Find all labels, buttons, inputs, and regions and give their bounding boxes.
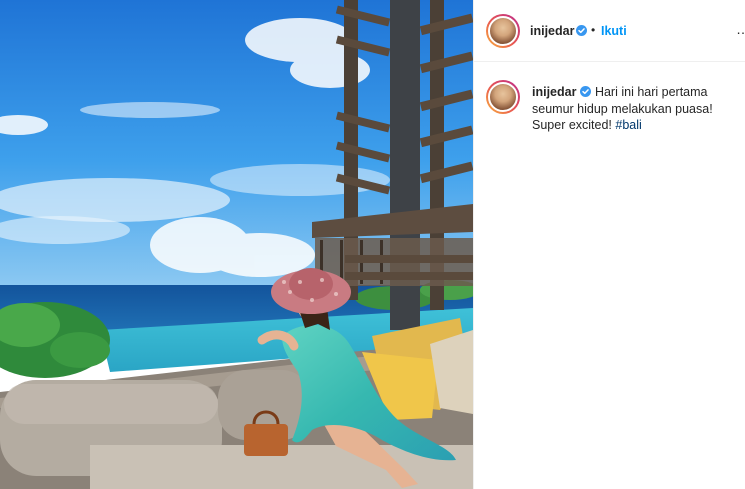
verified-badge-icon xyxy=(580,86,592,97)
post-sidebar: inijedar • Ikuti … inijedar Hari ini har… xyxy=(473,0,745,489)
caption: inijedar Hari ini hari pertama seumur hi… xyxy=(532,84,738,134)
follow-button[interactable]: Ikuti xyxy=(601,24,627,38)
photo-scene xyxy=(0,0,473,489)
avatar[interactable] xyxy=(486,80,520,114)
post-header: inijedar • Ikuti … xyxy=(474,0,745,62)
avatar[interactable] xyxy=(486,14,520,48)
separator-dot: • xyxy=(591,23,596,37)
verified-badge-icon xyxy=(576,25,587,36)
username-link[interactable]: inijedar xyxy=(530,24,574,38)
username-link[interactable]: inijedar xyxy=(532,85,576,99)
hashtag-link[interactable]: #bali xyxy=(615,118,641,132)
post-photo[interactable] xyxy=(0,0,473,489)
more-options-icon[interactable]: … xyxy=(736,21,745,37)
